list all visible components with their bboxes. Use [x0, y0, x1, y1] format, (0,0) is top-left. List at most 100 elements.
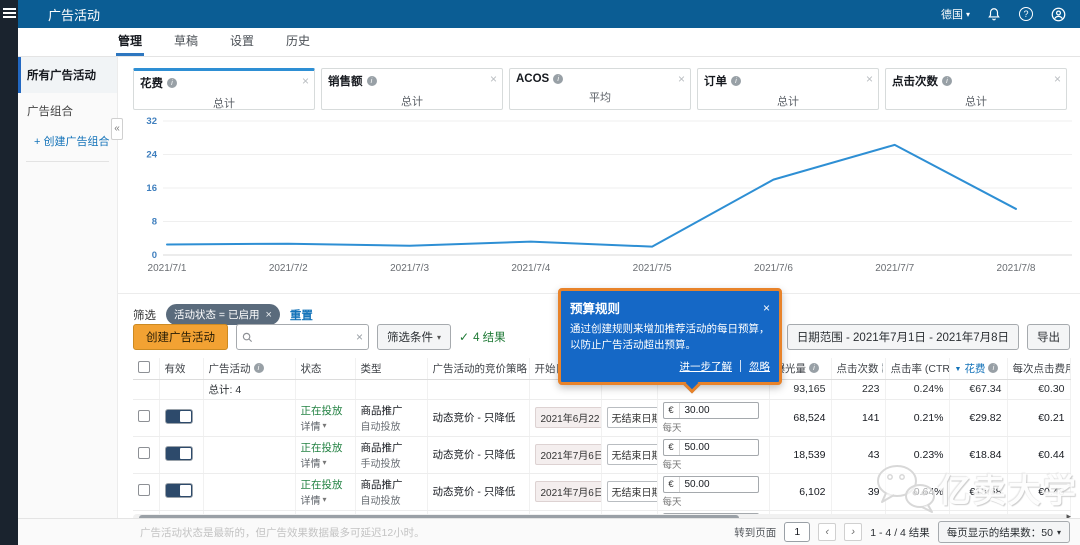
close-icon[interactable]: [302, 74, 309, 88]
page-number-input[interactable]: 1: [784, 522, 810, 542]
details-expander[interactable]: 详情: [301, 418, 350, 433]
budget-input[interactable]: € 50.00: [663, 439, 759, 456]
help-icon[interactable]: ?: [1018, 6, 1034, 22]
per-page-selector[interactable]: 每页显示的结果数：50: [938, 521, 1070, 543]
search-box[interactable]: [236, 324, 369, 350]
date-range-button[interactable]: 日期范围 - 2021年7月1日 - 2021年7月8日: [787, 324, 1019, 350]
close-icon[interactable]: [763, 301, 770, 315]
campaign-name-cell[interactable]: [203, 399, 295, 436]
metric-card-sales[interactable]: 销售额 总计: [321, 68, 503, 110]
per-page-label: 每页显示的结果数：50: [947, 525, 1053, 540]
header-status[interactable]: 状态: [301, 361, 322, 376]
date-range-label: 日期范围 - 2021年7月1日 - 2021年7月8日: [797, 329, 1009, 345]
info-icon[interactable]: [553, 74, 563, 84]
info-icon[interactable]: [882, 363, 884, 373]
row-checkbox[interactable]: [138, 410, 150, 422]
details-expander[interactable]: 详情: [301, 492, 350, 507]
reset-filters-link[interactable]: 重置: [290, 307, 313, 323]
metric-label: 销售额: [328, 73, 363, 89]
dismiss-link[interactable]: 忽略: [749, 359, 770, 374]
sidebar-item-portfolios[interactable]: 广告组合: [18, 93, 117, 129]
active-toggle[interactable]: [165, 409, 193, 424]
tab-history[interactable]: 历史: [284, 26, 312, 56]
metric-card-orders[interactable]: 订单 总计: [697, 68, 879, 110]
create-campaign-button[interactable]: 创建广告活动: [133, 324, 228, 350]
header-campaign[interactable]: 广告活动: [209, 361, 251, 376]
header-strategy[interactable]: 广告活动的竞价策略: [433, 361, 528, 376]
active-toggle[interactable]: [165, 446, 193, 461]
row-checkbox[interactable]: [138, 484, 150, 496]
details-expander[interactable]: 详情: [301, 455, 350, 470]
hamburger-menu-icon[interactable]: [3, 8, 16, 19]
header-spend[interactable]: 花费: [964, 361, 985, 376]
chevron-down-icon: [323, 457, 327, 468]
spend-value: €29.82: [949, 399, 1007, 436]
sort-desc-icon: [955, 362, 962, 374]
header-active[interactable]: 有效: [165, 361, 186, 376]
svg-text:8: 8: [152, 217, 157, 228]
campaign-status[interactable]: 正在投放: [301, 403, 350, 418]
prev-page-icon[interactable]: [818, 523, 836, 541]
spend-value: €18.84: [949, 436, 1007, 473]
table-row: 正在投放 详情 商品推广 自动投放 动态竞价 - 只降低 2021年7月6日 无…: [133, 473, 1070, 510]
close-icon[interactable]: [866, 72, 873, 86]
filter-conditions-button[interactable]: 筛选条件: [377, 324, 451, 350]
header-type[interactable]: 类型: [361, 361, 382, 376]
info-icon[interactable]: [167, 78, 177, 88]
campaign-status[interactable]: 正在投放: [301, 477, 350, 492]
campaign-name-cell[interactable]: [203, 436, 295, 473]
active-toggle[interactable]: [165, 483, 193, 498]
tab-manage[interactable]: 管理: [116, 26, 144, 56]
row-checkbox[interactable]: [138, 447, 150, 459]
close-icon[interactable]: [1054, 72, 1061, 86]
clear-search-icon[interactable]: [356, 330, 363, 344]
collapse-sidebar-icon[interactable]: [111, 118, 123, 140]
create-portfolio-link[interactable]: + 创建广告组合: [18, 129, 117, 159]
end-date-pill[interactable]: 无结束日期: [607, 444, 658, 465]
check-icon: [459, 330, 469, 344]
metric-card-spend[interactable]: 花费 总计: [133, 68, 315, 110]
next-page-icon[interactable]: [844, 523, 862, 541]
remove-filter-icon[interactable]: [265, 309, 271, 321]
filter-label: 筛选: [133, 307, 156, 323]
end-date-pill[interactable]: 无结束日期: [607, 407, 658, 428]
budget-value[interactable]: 50.00: [680, 440, 758, 455]
campaign-name-cell[interactable]: [203, 473, 295, 510]
budget-input[interactable]: € 30.00: [663, 402, 759, 419]
budget-value[interactable]: 50.00: [680, 477, 758, 492]
info-icon[interactable]: [254, 363, 264, 373]
info-icon[interactable]: [367, 76, 377, 86]
ctr-value: 0.21%: [885, 399, 949, 436]
tab-settings[interactable]: 设置: [228, 26, 256, 56]
filter-pill-status-enabled[interactable]: 活动状态 = 已启用: [166, 304, 280, 325]
info-icon[interactable]: [731, 76, 741, 86]
start-date-pill[interactable]: 2021年7月6日: [535, 481, 602, 502]
header-clicks[interactable]: 点击次数: [837, 361, 879, 376]
search-input[interactable]: [257, 331, 352, 343]
start-date-pill[interactable]: 2021年7月6日: [535, 444, 602, 465]
region-selector[interactable]: 德国: [941, 6, 970, 22]
tab-drafts[interactable]: 草稿: [172, 26, 200, 56]
export-button[interactable]: 导出: [1027, 324, 1070, 350]
metric-card-clicks[interactable]: 点击次数 总计: [885, 68, 1067, 110]
close-icon[interactable]: [678, 72, 685, 86]
start-date-pill[interactable]: 2021年6月22日: [535, 407, 602, 428]
info-icon[interactable]: [988, 363, 998, 373]
header-cpc[interactable]: 每次点击费用 (CPC): [1013, 361, 1071, 376]
header-ctr[interactable]: 点击率 (CTR): [891, 361, 950, 376]
account-icon[interactable]: [1050, 6, 1066, 22]
end-date-pill[interactable]: 无结束日期: [607, 481, 658, 502]
sidebar-item-all-campaigns[interactable]: 所有广告活动: [18, 57, 117, 93]
chevron-down-icon: [437, 331, 441, 343]
select-all-checkbox[interactable]: [138, 361, 150, 373]
metric-card-acos[interactable]: ACOS 平均: [509, 68, 691, 110]
notifications-bell-icon[interactable]: [986, 6, 1002, 22]
close-icon[interactable]: [490, 72, 497, 86]
campaign-status[interactable]: 正在投放: [301, 440, 350, 455]
budget-value[interactable]: 30.00: [680, 403, 758, 418]
info-icon[interactable]: [809, 363, 819, 373]
budget-input[interactable]: € 50.00: [663, 476, 759, 493]
goto-page-label: 转到页面: [734, 525, 776, 540]
learn-more-link[interactable]: 进一步了解: [680, 359, 733, 374]
info-icon[interactable]: [942, 76, 952, 86]
